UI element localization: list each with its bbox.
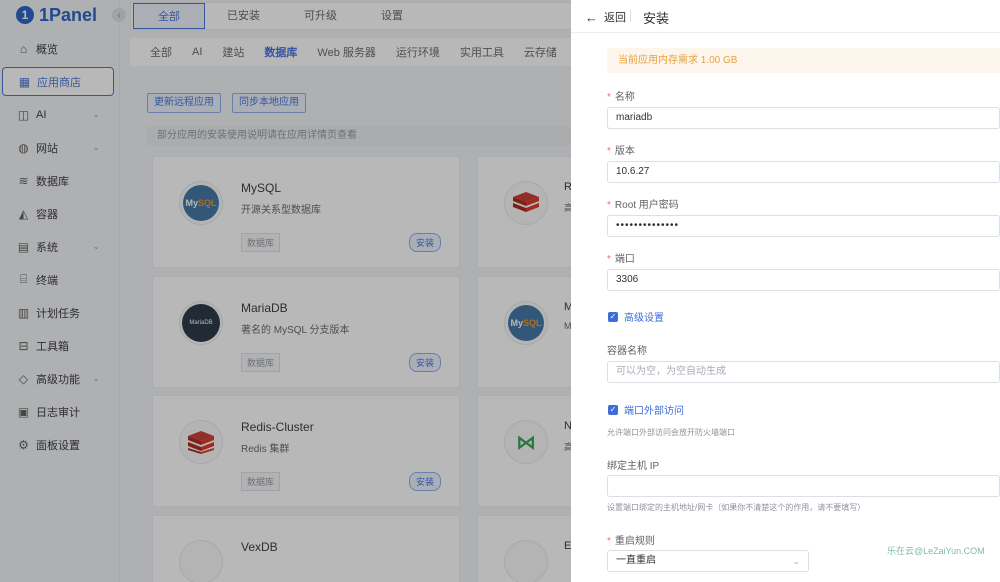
port-input[interactable]: 3306: [607, 269, 1000, 291]
restart-policy-value: 一直重启: [616, 555, 656, 566]
watermark: 乐在云@LeZaiYun.COM: [887, 546, 985, 556]
bind-ip-input[interactable]: [607, 475, 1000, 497]
root-password-label: * Root 用户密码: [607, 200, 679, 211]
external-access-hint: 允许端口外部访问会放开防火墙端口: [607, 428, 735, 437]
advanced-settings-label: 高级设置: [624, 313, 664, 324]
bind-ip-hint: 设置端口绑定的主机地址/网卡（如果你不清楚这个的作用，请不要填写）: [607, 503, 866, 512]
memory-alert: 当前应用内存需求 1.00 GB: [607, 48, 1000, 73]
checkbox-checked-icon: ✓: [608, 311, 618, 322]
port-label: * 端口: [607, 254, 635, 265]
back-button[interactable]: ← 返回: [585, 9, 626, 25]
arrow-left-icon: ←: [585, 9, 598, 25]
version-label: * 版本: [607, 146, 635, 157]
root-password-input[interactable]: ••••••••••••••: [607, 215, 1000, 237]
restart-policy-select[interactable]: 一直重启 ⌄: [607, 550, 809, 572]
modal-overlay[interactable]: [0, 0, 571, 582]
drawer-header: ← 返回 安装: [571, 0, 1000, 33]
checkbox-checked-icon: ✓: [608, 404, 618, 415]
back-label: 返回: [604, 12, 626, 24]
name-input[interactable]: mariadb: [607, 107, 1000, 129]
container-name-input[interactable]: 可以为空，为空自动生成: [607, 361, 1000, 383]
external-access-checkbox[interactable]: ✓ 端口外部访问: [608, 402, 684, 417]
restart-policy-label: * 重启规则: [607, 536, 655, 547]
header-divider: [630, 10, 631, 22]
bind-ip-label: 绑定主机 IP: [607, 461, 660, 472]
drawer-title: 安装: [643, 11, 670, 26]
name-label: * 名称: [607, 92, 635, 103]
advanced-settings-checkbox[interactable]: ✓ 高级设置: [608, 309, 664, 324]
external-access-label: 端口外部访问: [624, 406, 684, 417]
container-name-label: 容器名称: [607, 346, 647, 357]
chevron-down-icon: ⌄: [792, 556, 800, 566]
install-drawer: ← 返回 安装 当前应用内存需求 1.00 GB * 名称 mariadb * 版本…: [571, 0, 1000, 582]
version-input[interactable]: 10.6.27: [607, 161, 1000, 183]
